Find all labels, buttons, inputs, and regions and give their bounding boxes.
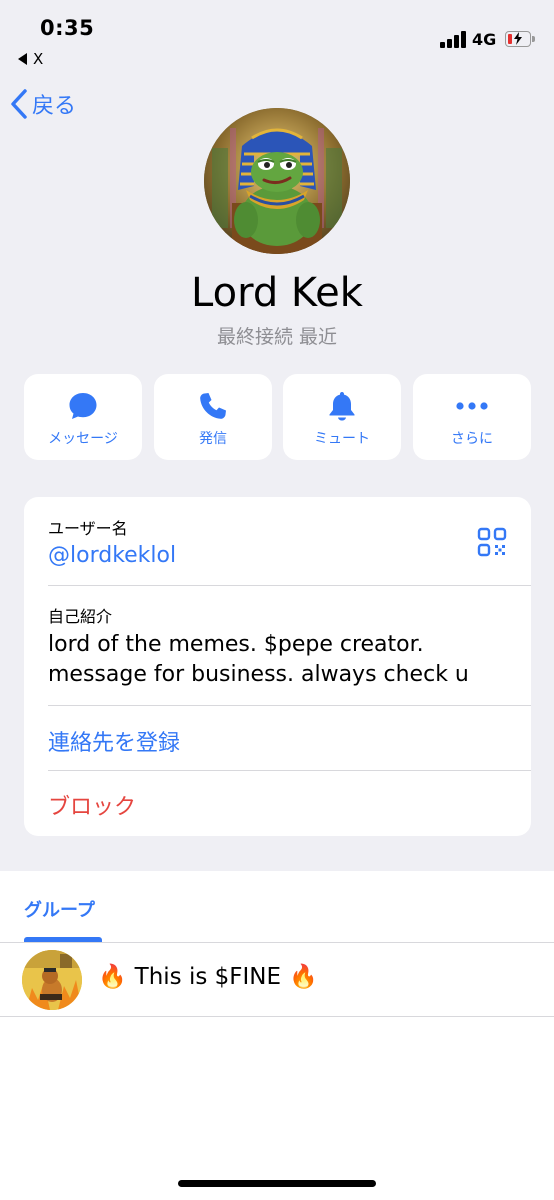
fire-emoji-left: 🔥 [98, 964, 127, 990]
group-avatar [22, 950, 82, 1010]
list-divider [0, 1016, 554, 1017]
call-button-label: 発信 [199, 431, 227, 447]
chevron-left-icon [11, 89, 27, 119]
block-button[interactable]: ブロック [48, 789, 136, 821]
username-value[interactable]: @lordkeklol [48, 543, 176, 568]
message-button[interactable]: メッセージ [24, 374, 142, 460]
back-button[interactable]: 戻る [10, 88, 76, 120]
bell-icon [329, 392, 355, 421]
qr-code-icon [477, 527, 507, 557]
phone-icon [200, 393, 226, 419]
battery-icon [505, 31, 535, 47]
username-label: ユーザー名 [48, 519, 128, 538]
network-type: 4G [472, 30, 497, 49]
call-button[interactable]: 発信 [154, 374, 272, 460]
back-label: 戻る [32, 94, 77, 119]
mute-button-label: ミュート [314, 431, 370, 447]
divider [48, 585, 531, 586]
last-seen-status: 最終接続 最近 [216, 326, 338, 348]
add-contact-button[interactable]: 連絡先を登録 [48, 725, 180, 757]
back-app-label: X [33, 50, 44, 68]
home-indicator[interactable] [178, 1180, 376, 1187]
tab-groups[interactable]: グループ [24, 896, 95, 922]
list-item-group[interactable]: 🔥 This is $FINE 🔥 [0, 943, 554, 1017]
profile-name: Lord Kek [191, 270, 363, 316]
signal-icon [440, 30, 466, 48]
info-card: ユーザー名 @lordkeklol 自己紹介 lord of the memes… [24, 497, 531, 836]
divider [48, 770, 531, 771]
fire-emoji-right: 🔥 [289, 964, 318, 990]
message-icon [69, 393, 97, 419]
more-icon [456, 402, 488, 410]
bio-label: 自己紹介 [48, 607, 113, 626]
qr-code-button[interactable] [477, 527, 507, 561]
back-triangle-icon [18, 53, 27, 65]
bio-line-1: lord of the memes. $pepe creator. [48, 632, 424, 657]
mute-button[interactable]: ミュート [283, 374, 401, 460]
more-button-label: さらに [451, 431, 493, 447]
divider [48, 705, 531, 706]
more-button[interactable]: さらに [413, 374, 531, 460]
status-time: 0:35 [40, 16, 95, 40]
bio-line-2: message for business. always check u [48, 662, 469, 687]
group-title: This is $FINE [134, 963, 282, 990]
back-to-app-link[interactable]: X [18, 50, 43, 68]
group-name: 🔥 This is $FINE 🔥 [98, 963, 318, 991]
profile-avatar[interactable] [204, 108, 350, 254]
message-button-label: メッセージ [48, 431, 118, 447]
